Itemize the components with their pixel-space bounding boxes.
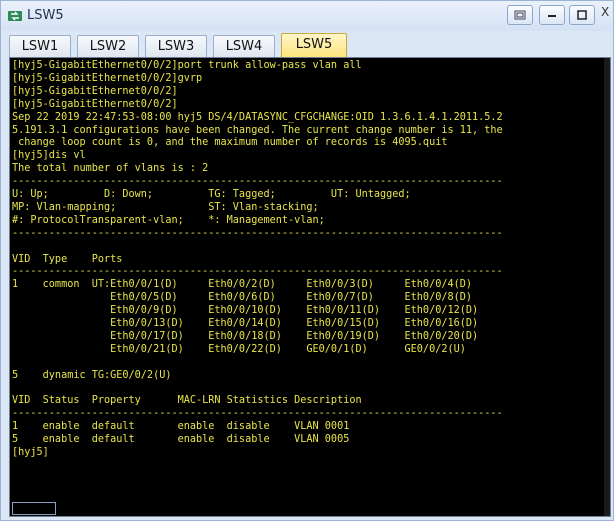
terminal-line: [hyj5-GigabitEthernet0/0/2] bbox=[12, 85, 178, 97]
minimize-icon bbox=[548, 15, 556, 17]
window-title: LSW5 bbox=[27, 8, 64, 23]
minimize-button[interactable] bbox=[539, 5, 565, 25]
terminal-line: ----------------------------------------… bbox=[12, 266, 503, 278]
prompt-highlight bbox=[12, 502, 56, 515]
terminal-line: [hyj5-GigabitEthernet0/0/2]gvrp bbox=[12, 72, 203, 84]
terminal-line: Eth0/0/5(D) Eth0/0/6(D) Eth0/0/7(D) Eth0… bbox=[12, 292, 473, 304]
terminal-line: change loop count is 0, and the maximum … bbox=[12, 137, 448, 149]
terminal-line: ----------------------------------------… bbox=[12, 408, 503, 420]
maximize-icon bbox=[577, 10, 587, 20]
terminal-line: Eth0/0/17(D) Eth0/0/18(D) Eth0/0/19(D) E… bbox=[12, 330, 479, 342]
tab-lsw4[interactable]: LSW4 bbox=[213, 35, 275, 57]
close-button[interactable]: X bbox=[601, 5, 609, 19]
terminal-line: 1 enable default enable disable VLAN 000… bbox=[12, 421, 350, 433]
tab-lsw5[interactable]: LSW5 bbox=[281, 33, 347, 58]
terminal-scrollbar[interactable] bbox=[604, 58, 610, 516]
terminal-line: ----------------------------------------… bbox=[12, 227, 503, 239]
restore-icon bbox=[514, 10, 526, 20]
terminal-line: Eth0/0/21(D) Eth0/0/22(D) GE0/0/1(D) GE0… bbox=[12, 343, 466, 355]
tab-lsw2[interactable]: LSW2 bbox=[77, 35, 139, 57]
switch-app-icon bbox=[8, 11, 22, 21]
terminal-line: The total number of vlans is : 2 bbox=[12, 163, 209, 175]
tab-lsw1[interactable]: LSW1 bbox=[9, 35, 71, 57]
terminal-line: ----------------------------------------… bbox=[12, 176, 503, 188]
terminal-line: [hyj5] bbox=[12, 447, 49, 458]
terminal-line: 1 common UT:Eth0/0/1(D) Eth0/0/2(D) Eth0… bbox=[12, 279, 473, 291]
maximize-button[interactable] bbox=[569, 5, 595, 25]
terminal-line: Sep 22 2019 22:47:53-08:00 hyj5 DS/4/DAT… bbox=[12, 111, 503, 123]
terminal-line: U: Up; D: Down; TG: Tagged; UT: Untagged… bbox=[12, 189, 411, 200]
terminal-line: Eth0/0/9(D) Eth0/0/10(D) Eth0/0/11(D) Et… bbox=[12, 305, 479, 317]
terminal-console[interactable]: [hyj5-GigabitEthernet0/0/2]port trunk al… bbox=[9, 57, 611, 517]
terminal-line: #: ProtocolTransparent-vlan; *: Manageme… bbox=[12, 214, 325, 226]
terminal-window: LSW5 X LSW1 LSW2 LSW3 LSW4 LSW5 [hyj5-Gi… bbox=[0, 0, 614, 521]
terminal-line: 5 dynamic TG:GE0/0/2(U) bbox=[12, 369, 172, 381]
terminal-line: [hyj5-GigabitEthernet0/0/2]port trunk al… bbox=[12, 60, 362, 71]
terminal-line: [hyj5-GigabitEthernet0/0/2] bbox=[12, 98, 178, 110]
tab-lsw3[interactable]: LSW3 bbox=[145, 35, 207, 57]
terminal-line: MP: Vlan-mapping; ST: Vlan-stacking; bbox=[12, 201, 319, 213]
terminal-line: 5.191.3.1 configurations have been chang… bbox=[12, 124, 503, 136]
title-bar[interactable]: LSW5 X bbox=[1, 1, 613, 31]
terminal-line: VID Status Property MAC-LRN Statistics D… bbox=[12, 395, 362, 407]
terminal-line: 5 enable default enable disable VLAN 000… bbox=[12, 434, 350, 446]
restore-button[interactable] bbox=[507, 5, 533, 25]
terminal-line: VID Type Ports bbox=[12, 253, 123, 265]
terminal-line: Eth0/0/13(D) Eth0/0/14(D) Eth0/0/15(D) E… bbox=[12, 318, 479, 329]
terminal-line: [hyj5]dis vl bbox=[12, 150, 86, 162]
